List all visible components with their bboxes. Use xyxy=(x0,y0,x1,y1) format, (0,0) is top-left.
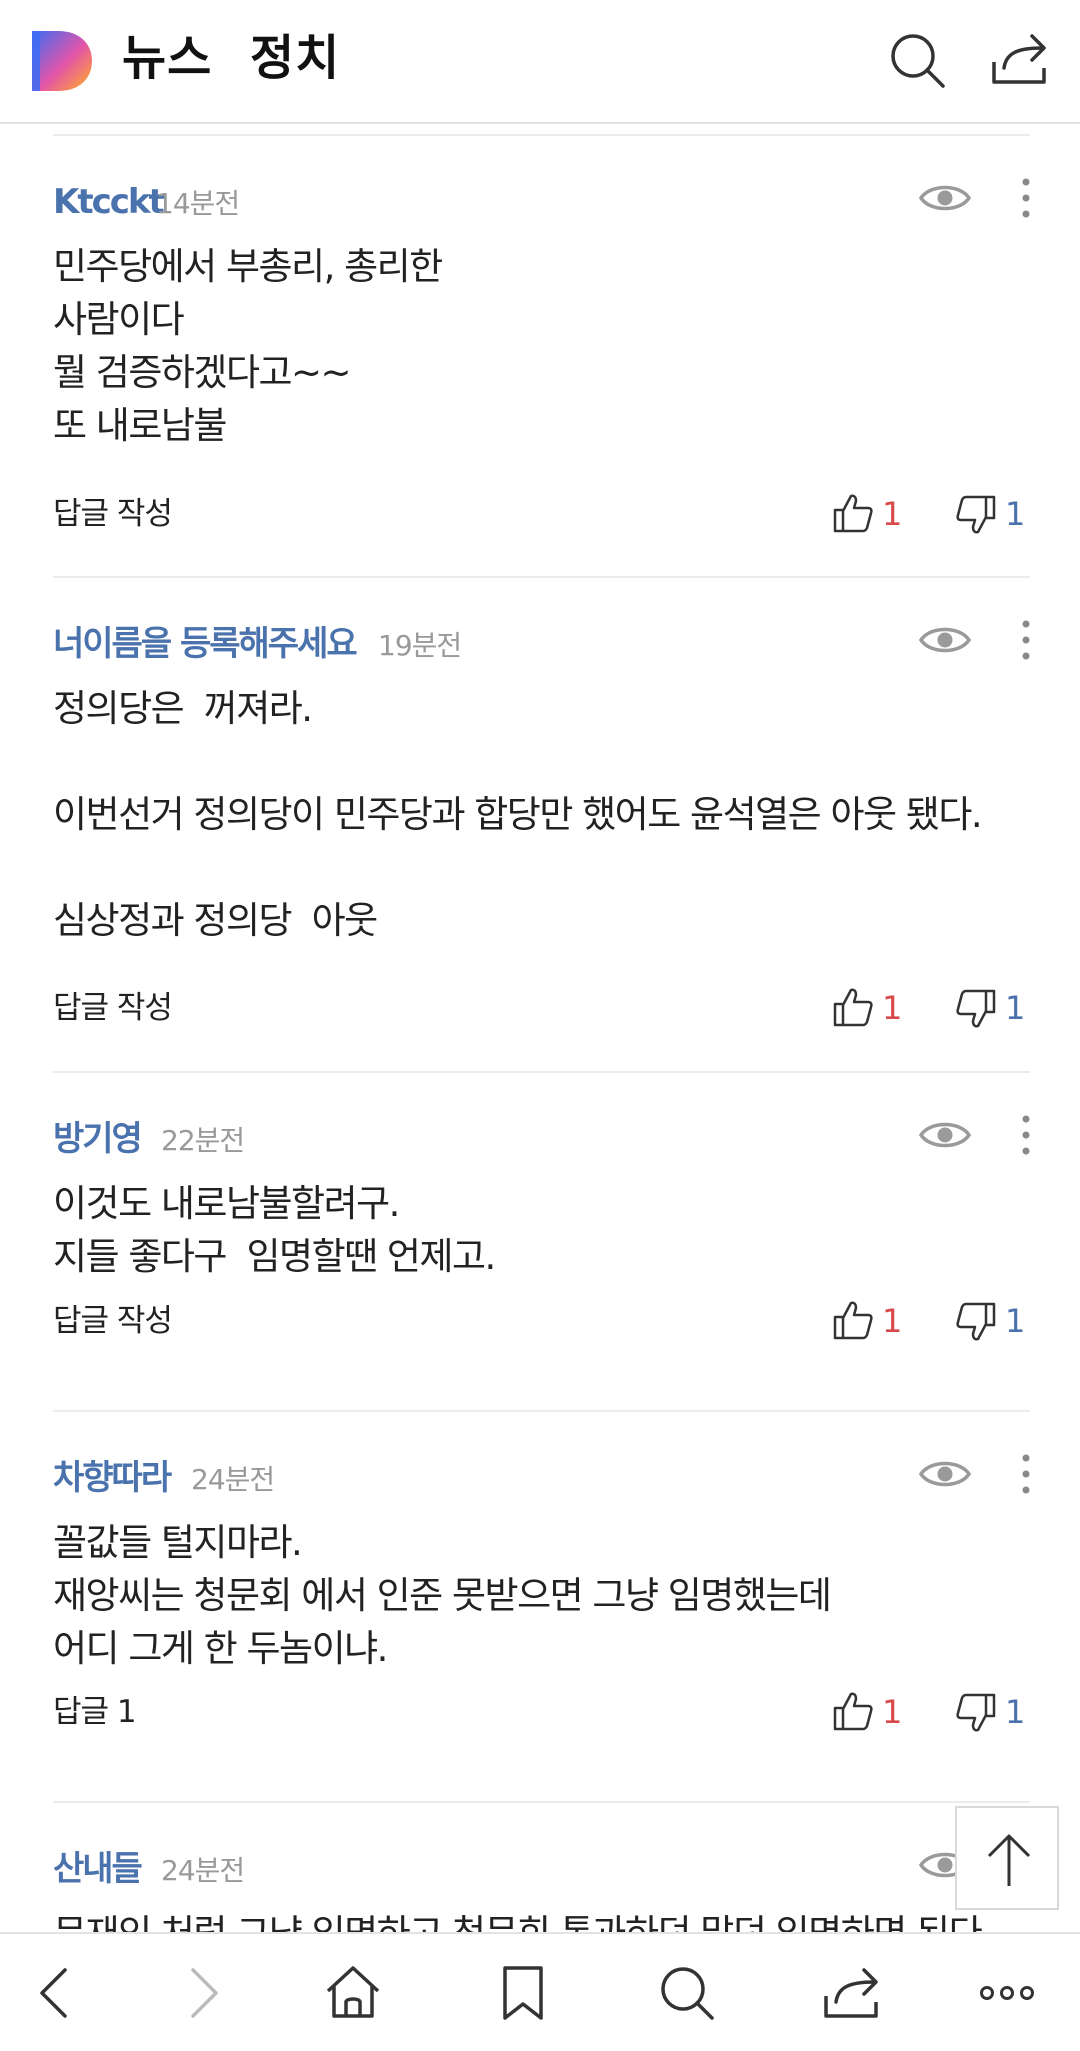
thumbs-up-icon[interactable] xyxy=(832,1690,874,1732)
more-vertical-icon[interactable] xyxy=(1012,1450,1040,1498)
forward-icon xyxy=(191,1968,218,2018)
like-count: 1 xyxy=(882,1693,903,1731)
thumbs-down-icon[interactable] xyxy=(955,1301,997,1343)
bottom-nav-bar xyxy=(0,1932,1080,2051)
eye-icon[interactable] xyxy=(918,620,972,660)
arrow-up-icon xyxy=(987,1834,1031,1886)
forward-button[interactable] xyxy=(168,1958,238,2028)
dislike-count: 1 xyxy=(1005,1302,1026,1340)
daum-logo[interactable] xyxy=(28,28,94,94)
more-button[interactable] xyxy=(972,1958,1042,2028)
bookmark-button[interactable] xyxy=(488,1958,558,2028)
thumbs-up-icon[interactable] xyxy=(832,986,874,1028)
dislike-count: 1 xyxy=(1005,1693,1026,1731)
comment-author[interactable]: Ktcckt xyxy=(53,180,165,224)
more-vertical-icon[interactable] xyxy=(1012,1111,1040,1159)
comment-author[interactable]: 산내들 xyxy=(53,1847,143,1891)
thumbs-up-icon[interactable] xyxy=(832,492,874,534)
divider xyxy=(53,134,1030,136)
app: 뉴스 정치 Ktcckt 14분전 민주당에서 부총리, 총리한 사람이다 뭘 … xyxy=(0,0,1080,2051)
comment-time: 19분전 xyxy=(378,629,462,662)
comment-time: 14분전 xyxy=(156,187,240,220)
header: 뉴스 정치 xyxy=(0,0,1080,124)
dislike-count: 1 xyxy=(1005,495,1026,533)
home-icon xyxy=(326,1966,380,2018)
comment-time: 24분전 xyxy=(161,1854,245,1887)
eye-icon[interactable] xyxy=(918,1115,972,1155)
more-vertical-icon[interactable] xyxy=(1012,174,1040,222)
search-button[interactable] xyxy=(652,1958,722,2028)
search-icon[interactable] xyxy=(885,28,949,92)
header-section-label[interactable]: 정치 xyxy=(250,26,340,90)
reply-button[interactable]: 답글 작성 xyxy=(53,1299,173,1343)
thumbs-down-icon[interactable] xyxy=(955,494,997,536)
divider xyxy=(53,1071,1030,1073)
divider xyxy=(53,1801,1030,1803)
bookmark-icon xyxy=(503,1966,543,2020)
divider xyxy=(53,576,1030,578)
like-count: 1 xyxy=(882,1302,903,1340)
thumbs-down-icon[interactable] xyxy=(955,988,997,1030)
eye-icon[interactable] xyxy=(918,1454,972,1494)
comment-author[interactable]: 차향따라 xyxy=(53,1456,172,1500)
comment-body: 꼴값들 털지마라. 재앙씨는 청문회 에서 인준 못받으면 그냥 임명했는데 어… xyxy=(53,1521,832,1670)
comment-body: 이것도 내로남불할려구. 지들 좋다구 임명할땐 언제고. xyxy=(53,1182,496,1278)
share-icon[interactable] xyxy=(988,28,1052,92)
more-vertical-icon[interactable] xyxy=(1012,616,1040,664)
comment-author[interactable]: 방기영 xyxy=(53,1117,143,1161)
thumbs-up-icon[interactable] xyxy=(832,1299,874,1341)
search-icon xyxy=(661,1967,714,2020)
reply-button[interactable]: 답글 작성 xyxy=(53,986,173,1030)
like-count: 1 xyxy=(882,495,903,533)
comment-list: Ktcckt 14분전 민주당에서 부총리, 총리한 사람이다 뭘 검증하겠다고… xyxy=(0,124,1080,1932)
comment-body: 문재인 처럼 그냥 임명하고 청문회 통과하던 말던 임명하면 된다 xyxy=(53,1907,1013,1932)
reply-button[interactable]: 답글 작성 xyxy=(53,492,173,536)
scroll-to-top-button[interactable] xyxy=(955,1806,1059,1910)
back-icon xyxy=(40,1968,67,2018)
share-button[interactable] xyxy=(816,1958,886,2028)
like-count: 1 xyxy=(882,989,903,1027)
reply-button[interactable]: 답글 1 xyxy=(53,1690,137,1734)
home-button[interactable] xyxy=(318,1958,388,2028)
comment-body: 민주당에서 부총리, 총리한 사람이다 뭘 검증하겠다고~~ 또 내로남불 xyxy=(53,245,443,447)
header-news-label[interactable]: 뉴스 xyxy=(122,26,212,90)
thumbs-down-icon[interactable] xyxy=(955,1692,997,1734)
comment-time: 24분전 xyxy=(191,1463,275,1496)
eye-icon[interactable] xyxy=(918,178,972,218)
dislike-count: 1 xyxy=(1005,989,1026,1027)
comment-body: 정의당은 꺼져라. 이번선거 정의당이 민주당과 합당만 했어도 윤석열은 아웃… xyxy=(53,687,983,942)
comment-time: 22분전 xyxy=(161,1124,245,1157)
back-button[interactable] xyxy=(20,1958,90,2028)
more-horizontal-icon xyxy=(980,1986,1034,2000)
share-icon xyxy=(824,1968,878,2018)
divider xyxy=(53,1410,1030,1412)
comment-author[interactable]: 너이름을 등록해주세요 xyxy=(53,622,358,666)
